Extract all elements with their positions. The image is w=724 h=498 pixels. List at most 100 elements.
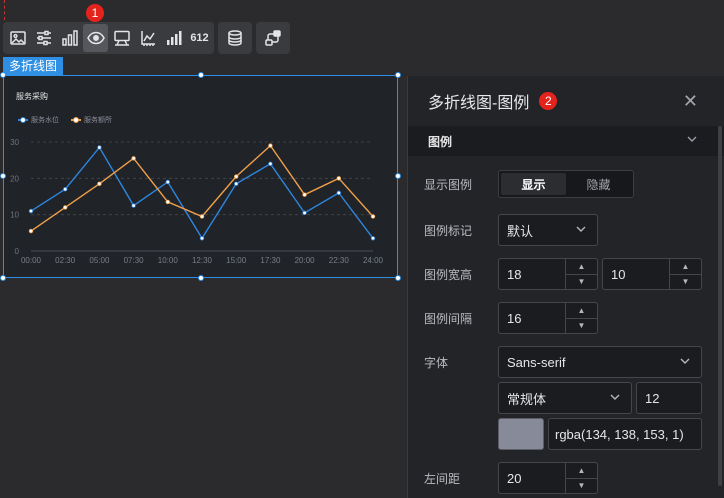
series-1-point-2 — [97, 181, 102, 186]
section-legend-header[interactable]: 图例 — [408, 126, 724, 156]
multi-line-chart-component[interactable]: 服务采购 服务水位 服务额所 0 10 20 30 00:00 02:30 05:00 07:… — [3, 75, 398, 278]
row-show-legend: 显示图例 显示 隐藏 — [424, 170, 634, 198]
series-1-point-1 — [63, 205, 68, 210]
font-controls: Sans-serif 常规体 12 rgba(134, 138, 153, 1) — [498, 346, 702, 450]
left-margin-value: 20 — [507, 470, 522, 486]
font-size-input[interactable]: 12 — [636, 382, 702, 414]
row-legend-mark: 图例标记 默认 — [424, 214, 598, 246]
x-tick-label-3: 07:30 — [124, 256, 145, 265]
increment-icon[interactable]: ▲ — [670, 259, 701, 274]
resize-handle-b[interactable] — [198, 275, 204, 281]
resize-handle-l[interactable] — [0, 173, 6, 179]
x-tick-label-2: 05:00 — [89, 256, 110, 265]
axis-icon[interactable] — [135, 24, 160, 52]
series-0-point-5 — [199, 236, 205, 241]
series-1-point-8 — [302, 192, 307, 197]
left-margin-stepper[interactable]: 20 ▲ ▼ — [498, 462, 598, 494]
signal-chart-icon[interactable] — [161, 24, 186, 52]
number-icon[interactable]: 612 — [187, 24, 212, 52]
increment-icon[interactable]: ▲ — [566, 303, 597, 318]
font-family-select[interactable]: Sans-serif — [498, 346, 702, 378]
share-data-icon[interactable] — [258, 24, 288, 52]
legend-height-stepper[interactable]: 10 ▲ ▼ — [602, 258, 702, 290]
x-tick-label-0: 00:00 — [21, 256, 42, 265]
chevron-down-icon[interactable] — [686, 133, 698, 148]
y-tick-label-1: 10 — [10, 211, 19, 220]
eye-target-icon[interactable] — [83, 24, 108, 52]
font-color-row: rgba(134, 138, 153, 1) — [498, 418, 702, 450]
font-family-value: Sans-serif — [507, 354, 566, 370]
legend-height-value: 10 — [611, 266, 626, 282]
x-tick-label-9: 22:30 — [329, 256, 350, 265]
legend-mark-value: 默认 — [507, 223, 534, 239]
legend-gap-stepper[interactable]: 16 ▲ ▼ — [498, 302, 598, 334]
resize-handle-br[interactable] — [395, 275, 401, 281]
decrement-icon[interactable]: ▼ — [670, 273, 701, 290]
show-legend-label: 显示图例 — [424, 177, 473, 192]
increment-icon[interactable]: ▲ — [566, 259, 597, 274]
panel-scrollbar[interactable] — [718, 126, 722, 486]
legend-gap-value: 16 — [507, 310, 522, 326]
component-tag[interactable]: 多折线图 — [3, 57, 64, 75]
show-legend-off-button[interactable]: 隐藏 — [566, 173, 631, 195]
increment-icon[interactable]: ▲ — [566, 463, 597, 478]
database-icon[interactable] — [220, 24, 250, 52]
font-size-value: 12 — [645, 390, 660, 406]
legend-gap-label: 图例间隔 — [424, 311, 473, 326]
legend-mark-select[interactable]: 默认 — [498, 214, 598, 246]
close-icon[interactable]: ✕ — [683, 91, 698, 112]
series-1-point-4 — [165, 199, 170, 205]
resize-handle-tr[interactable] — [395, 72, 401, 78]
font-style-row: 常规体 12 — [498, 382, 702, 414]
row-left-margin: 左间距 20 ▲ ▼ — [424, 462, 598, 494]
section-legend-title: 图例 — [428, 134, 453, 149]
decrement-icon[interactable]: ▼ — [566, 273, 597, 290]
resize-handle-bl[interactable] — [0, 275, 6, 281]
sliders-icon[interactable] — [31, 24, 56, 52]
series-0-point-2 — [97, 145, 102, 150]
toolbar-group-share — [256, 22, 290, 54]
series-1-point-10 — [370, 214, 376, 219]
series-0-point-6 — [233, 181, 239, 186]
chevron-down-icon — [575, 223, 587, 238]
resize-handle-r[interactable] — [395, 173, 401, 179]
show-legend-on-button[interactable]: 显示 — [501, 173, 566, 195]
dashed-guide-line — [4, 0, 5, 20]
font-color-input[interactable]: rgba(134, 138, 153, 1) — [548, 418, 702, 450]
legend-width-spin: ▲ ▼ — [565, 259, 597, 289]
decrement-icon[interactable]: ▼ — [566, 317, 597, 334]
x-tick-label-4: 10:00 — [158, 256, 179, 265]
line-chart-plot: 0 10 20 30 00:00 02:30 05:00 07:30 10:00 12:30 15:… — [10, 138, 384, 265]
series-0-point-9 — [336, 190, 341, 196]
row-font: 字体 Sans-serif 常规体 12 rgba(134, 138, 153,… — [424, 346, 702, 450]
bar-chart-icon[interactable] — [57, 24, 82, 52]
series-0-point-10 — [370, 236, 376, 241]
resize-handle-t[interactable] — [198, 72, 204, 78]
legend-width-stepper[interactable]: 18 ▲ ▼ — [498, 258, 598, 290]
series-1-point-5 — [199, 214, 205, 219]
decrement-icon[interactable]: ▼ — [566, 477, 597, 494]
font-color-swatch[interactable] — [498, 418, 544, 450]
resize-handle-tl[interactable] — [0, 72, 6, 78]
legend-width-value: 18 — [507, 266, 522, 282]
legend-size-label: 图例宽高 — [424, 267, 473, 282]
step-marker-2: 2 — [539, 92, 558, 110]
panel-header: 多折线图-图例 2 ✕ — [408, 76, 724, 126]
show-legend-toggle: 显示 隐藏 — [498, 170, 634, 198]
y-tick-label-3: 30 — [10, 138, 19, 147]
comment-chart-icon[interactable] — [109, 24, 134, 52]
row-legend-gap: 图例间隔 16 ▲ ▼ — [424, 302, 598, 334]
font-style-select[interactable]: 常规体 — [498, 382, 632, 414]
y-tick-label-0: 0 — [15, 247, 20, 256]
series-0-point-7 — [268, 161, 273, 166]
x-tick-label-5: 12:30 — [192, 256, 213, 265]
image-icon[interactable] — [5, 24, 30, 52]
legend-height-spin: ▲ ▼ — [669, 259, 701, 289]
toolbar-group-data — [218, 22, 252, 54]
left-margin-spin: ▲ ▼ — [565, 463, 597, 493]
font-style-value: 常规体 — [507, 391, 547, 407]
series-0-point-3 — [131, 203, 136, 208]
series-1-point-0 — [28, 228, 34, 234]
x-tick-label-10: 24:00 — [363, 256, 384, 265]
y-tick-label-2: 20 — [10, 174, 19, 183]
